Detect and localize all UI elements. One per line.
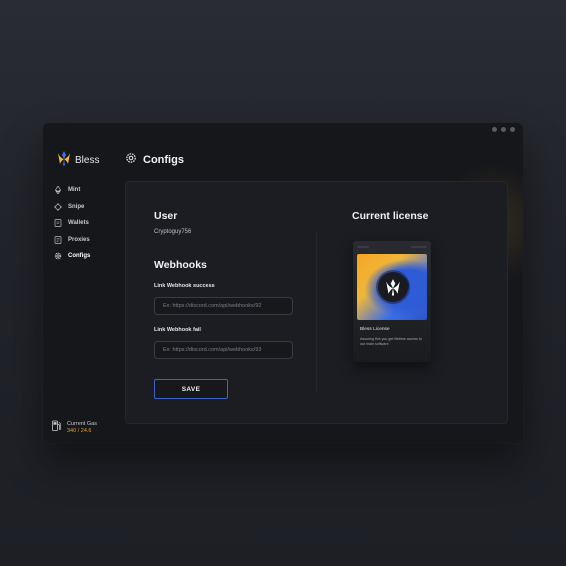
- document-icon: [54, 231, 62, 249]
- window-dot[interactable]: [501, 127, 506, 132]
- page-title: Configs: [143, 154, 184, 166]
- ethereum-icon: [54, 181, 62, 199]
- wallet-icon: [54, 214, 62, 232]
- webhook-fail-label: Link Webhook fail: [154, 327, 201, 333]
- username: Cryptoguy756: [154, 229, 192, 235]
- configs-panel: User Cryptoguy756 Webhooks Link Webhook …: [125, 181, 508, 424]
- window-dot[interactable]: [510, 127, 515, 132]
- gas-text: Current Gas 340 / 24.6: [67, 421, 97, 434]
- gas-value: 340 / 24.6: [67, 427, 92, 434]
- app-window: Bless Mint Snipe Wallets Proxies Configs…: [43, 123, 523, 443]
- license-card-name: Bless License: [360, 327, 390, 332]
- bless-logo-icon: [57, 150, 71, 171]
- license-heading: Current license: [352, 210, 429, 222]
- sidebar-item-label: Configs: [68, 253, 91, 260]
- sidebar-item-mint[interactable]: Mint: [54, 182, 90, 199]
- gear-icon: [54, 247, 62, 265]
- sidebar-item-label: Snipe: [68, 203, 85, 210]
- fuel-pump-icon: [52, 418, 61, 436]
- window-dot[interactable]: [492, 127, 497, 132]
- card-topbar: [357, 244, 427, 250]
- page-header: Configs: [125, 151, 184, 169]
- sidebar-item-configs[interactable]: Configs: [54, 248, 90, 265]
- sidebar-item-wallets[interactable]: Wallets: [54, 215, 90, 232]
- webhook-fail-input[interactable]: [154, 341, 293, 359]
- bless-emblem-icon: [378, 272, 408, 302]
- sidebar-item-snipe[interactable]: Snipe: [54, 199, 90, 216]
- sidebar-item-proxies[interactable]: Proxies: [54, 232, 90, 249]
- window-controls: [492, 127, 515, 132]
- crosshair-icon: [54, 198, 62, 216]
- card-topbar-mark: [357, 246, 369, 248]
- sidebar-nav: Mint Snipe Wallets Proxies Configs: [54, 182, 90, 265]
- webhook-success-input[interactable]: [154, 297, 293, 315]
- sidebar-item-label: Wallets: [68, 220, 89, 227]
- save-button[interactable]: SAVE: [154, 379, 228, 399]
- card-topbar-mark: [411, 246, 427, 248]
- webhooks-heading: Webhooks: [154, 259, 207, 271]
- sidebar: Bless Mint Snipe Wallets Proxies Configs…: [43, 123, 110, 443]
- brand[interactable]: Bless: [57, 150, 99, 171]
- sidebar-item-label: Mint: [68, 187, 81, 194]
- gear-icon: [125, 151, 137, 169]
- user-heading: User: [154, 210, 178, 222]
- brand-name: Bless: [75, 155, 100, 166]
- license-card[interactable]: Bless License Assuring this you get life…: [353, 241, 431, 362]
- license-card-art: [357, 254, 427, 320]
- current-gas: Current Gas 340 / 24.6: [52, 418, 97, 436]
- gas-label: Current Gas: [67, 420, 97, 427]
- panel-divider: [316, 232, 317, 392]
- license-card-description: Assuring this you get lifetime access to…: [360, 337, 422, 346]
- sidebar-item-label: Proxies: [68, 236, 90, 243]
- webhook-success-label: Link Webhook success: [154, 283, 215, 289]
